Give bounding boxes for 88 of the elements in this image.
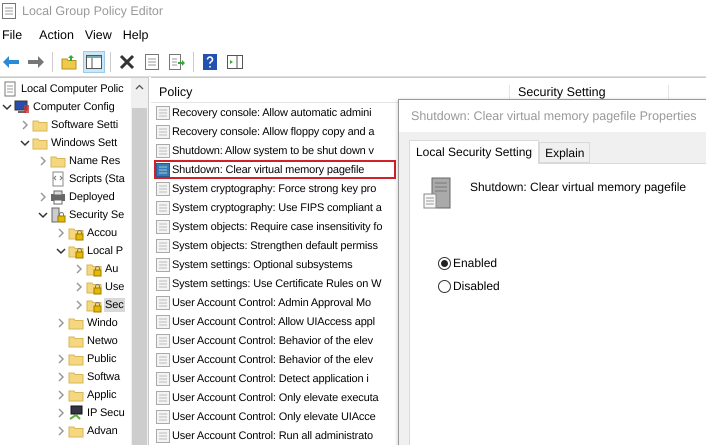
tree-item[interactable]: Advan [86, 424, 119, 438]
menu-item[interactable]: View [82, 28, 121, 42]
policy-icon [156, 314, 170, 328]
tree-item[interactable]: Public [86, 352, 118, 366]
tree-item[interactable]: Local P [86, 244, 124, 258]
policy-icon [156, 372, 170, 386]
forward-arrow-icon [27, 55, 45, 69]
tree-item[interactable]: Security Se [68, 208, 126, 222]
scroll-up-icon[interactable] [135, 84, 144, 90]
policy-icon [156, 220, 170, 234]
policy-row[interactable]: User Account Control: Behavior of the elev [154, 331, 396, 350]
policy-row[interactable]: System cryptography: Force strong key pro [154, 179, 396, 198]
radio-option[interactable]: Enabled [438, 256, 706, 270]
policy-row[interactable]: User Account Control: Behavior of the elev [154, 350, 396, 369]
policy-icon [156, 296, 170, 310]
policy-row[interactable]: User Account Control: Detect application i [154, 369, 396, 388]
policy-row[interactable]: User Account Control: Only elevate executa [154, 388, 396, 407]
policy-icon [156, 238, 170, 252]
tree-item[interactable]: Computer Config [32, 100, 116, 114]
policy-row[interactable]: User Account Control: Admin Approval Mo [154, 293, 396, 312]
toolbar-button[interactable] [83, 51, 105, 73]
policy-name: Shutdown: Clear virtual memory pagefile [470, 180, 686, 194]
policy-icon [156, 144, 170, 158]
policy-icon [156, 182, 170, 196]
tab[interactable]: Explain [539, 142, 590, 163]
policy-icon [156, 352, 170, 366]
policy-row[interactable]: System settings: Use Certificate Rules on W [154, 274, 396, 293]
server-lock-icon [50, 207, 66, 223]
chevron-icon[interactable] [2, 102, 12, 112]
export-list-icon [169, 54, 185, 70]
menu-item[interactable]: Help [120, 28, 158, 42]
policy-icon [156, 124, 170, 138]
policy-row[interactable]: User Account Control: Only elevate UIAcce [154, 407, 396, 426]
policy-icon [156, 258, 170, 272]
tree-item[interactable]: Applic [86, 388, 118, 402]
tree-item[interactable]: IP Secu [86, 406, 126, 420]
policy-row[interactable]: User Account Control: Allow UIAccess appl [154, 312, 396, 331]
policy-icon [156, 410, 170, 424]
policy-row[interactable]: System objects: Strengthen default permiss [154, 236, 396, 255]
properties-icon [145, 54, 159, 70]
tree-item[interactable]: Sec [104, 298, 125, 312]
view-pane-icon [227, 55, 243, 69]
policy-icon [156, 162, 170, 176]
tab[interactable]: Local Security Setting [409, 140, 540, 164]
tree-item[interactable]: Accou [86, 226, 118, 240]
help-icon [203, 54, 217, 70]
policy-row[interactable]: System cryptography: Use FIPS compliant a [154, 198, 396, 217]
policy-row[interactable]: Recovery console: Allow floppy copy and a [154, 122, 396, 141]
close-icon [119, 54, 135, 70]
menu-item[interactable]: Action [37, 28, 83, 42]
computer-icon [14, 99, 30, 115]
chevron-icon[interactable] [56, 246, 66, 256]
tree-item[interactable]: Software Setti [50, 118, 120, 132]
chevron-icon[interactable] [20, 138, 30, 148]
tree-item[interactable]: Windows Sett [50, 136, 118, 150]
tree-item[interactable]: Au [104, 262, 120, 276]
menu-item[interactable]: File [0, 28, 32, 42]
tree-item[interactable]: Windo [86, 316, 119, 330]
script-icon [50, 171, 66, 187]
policy-row[interactable]: Shutdown: Allow system to be shut down v [154, 141, 396, 160]
policy-row[interactable]: System settings: Optional subsystems [154, 255, 396, 274]
dialog-title: Shutdown: Clear virtual memory pagefile Properties [411, 109, 697, 123]
policy-icon [156, 390, 170, 404]
policy-row[interactable]: Recovery console: Allow automatic admini [154, 103, 396, 122]
policy-row[interactable]: System objects: Require case insensitivity fo [154, 217, 396, 236]
scrollbar[interactable] [131, 78, 148, 445]
window-title: Local Group Policy Editor [22, 4, 164, 18]
chevron-icon[interactable] [38, 210, 48, 220]
tree-item[interactable]: Name Res [68, 154, 122, 168]
radio-option[interactable]: Disabled [438, 279, 706, 293]
back-arrow-icon [2, 55, 20, 69]
folder-up-icon [61, 54, 77, 70]
network-icon [68, 405, 84, 421]
policy-icon [156, 200, 170, 214]
tree-item[interactable]: Softwa [86, 370, 122, 384]
tree-item[interactable]: Netwo [86, 334, 119, 348]
policy-row[interactable]: Shutdown: Clear virtual memory pagefile [154, 160, 396, 179]
policy-icon [156, 106, 170, 120]
policy-icon [156, 334, 170, 348]
policy-row[interactable]: User Account Control: Run all administrato [154, 426, 396, 445]
tree-item[interactable]: Use [104, 280, 126, 294]
policy-icon [156, 276, 170, 290]
printer-icon [50, 189, 66, 205]
tree-item[interactable]: Scripts (Sta [68, 172, 126, 186]
tree-item[interactable]: Deployed [68, 190, 116, 204]
policy-icon [156, 428, 170, 442]
tree-pane-icon [86, 55, 102, 69]
tree-item[interactable]: Local Computer Polic [20, 82, 125, 96]
